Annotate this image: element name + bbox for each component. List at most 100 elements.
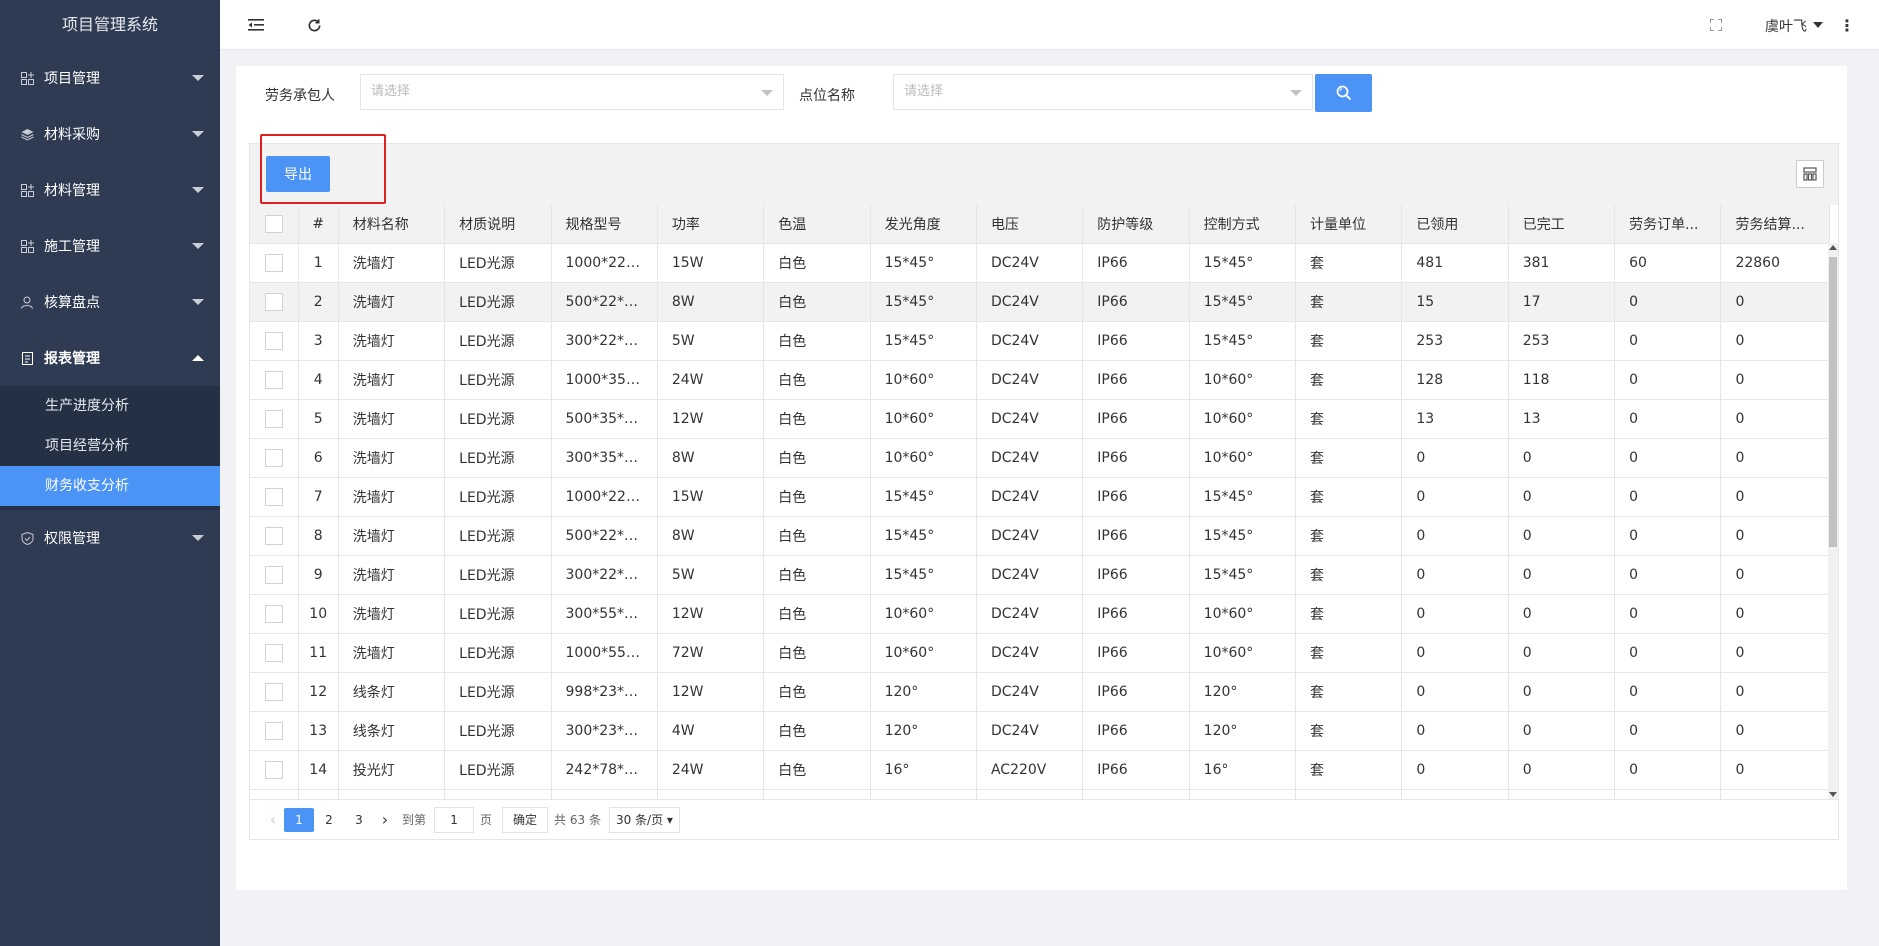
page-2[interactable]: 2 [314,808,344,832]
column-header[interactable]: 规格型号 [551,205,658,244]
table-row[interactable]: 7 洗墙灯 LED光源 1000*22*... 15W 白色 15*45° DC24V IP66… [250,477,1830,517]
table-row[interactable]: 14 投光灯 LED光源 242*78*1... 24W 白色 16° AC220V IP66 1… [250,750,1830,790]
sidebar-item-2[interactable]: 材料管理 [0,162,220,218]
table-cell: IP66 [1082,750,1190,790]
table-row[interactable]: 15投光灯LED光源210*78*2...48W白色16°AC220VIP661… [250,789,1830,799]
scroll-up-icon[interactable] [1829,245,1837,250]
point-name-select[interactable]: 请选择 [893,74,1313,110]
column-header[interactable]: 计量单位 [1295,205,1403,244]
table-row[interactable]: 8 洗墙灯 LED光源 500*22*H... 8W 白色 15*45° DC24V IP66 1… [250,516,1830,556]
column-header[interactable]: 材质说明 [444,205,552,244]
table-cell: 210*78*2... [551,789,658,799]
row-checkbox[interactable] [250,789,299,799]
row-checkbox[interactable] [250,711,299,751]
table-row[interactable]: 4 洗墙灯 LED光源 1000*35*... 24W 白色 10*60° DC24V IP66… [250,360,1830,400]
row-checkbox[interactable] [250,477,299,517]
column-header[interactable]: 劳务结算... [1720,205,1830,244]
table-cell: 4W [657,711,765,751]
table-cell: 洗墙灯 [338,477,446,517]
column-toggle-button[interactable] [1796,160,1824,188]
table-row[interactable]: 11 洗墙灯 LED光源 1000*55*... 72W 白色 10*60° DC24V IP6… [250,633,1830,673]
row-checkbox[interactable] [250,633,299,673]
row-checkbox[interactable] [250,243,299,283]
next-page-icon[interactable]: › [374,808,396,832]
table-row[interactable]: 6 洗墙灯 LED光源 300*35*H... 8W 白色 10*60° DC24V IP66 1… [250,438,1830,478]
row-checkbox[interactable] [250,750,299,790]
row-checkbox[interactable] [250,672,299,712]
scroll-down-icon[interactable] [1829,792,1837,797]
row-checkbox[interactable] [250,360,299,400]
table-cell: 0 [1508,711,1616,751]
table-row[interactable]: 9 洗墙灯 LED光源 300*22*H... 5W 白色 15*45° DC24V IP66 1… [250,555,1830,595]
row-checkbox[interactable] [250,438,299,478]
table-cell: 0 [1720,594,1830,634]
sidebar-item-1[interactable]: 材料采购 [0,106,220,162]
search-button[interactable] [1315,74,1372,112]
table-cell: 0 [1614,438,1722,478]
search-icon [1336,85,1351,101]
goto-confirm-button[interactable]: 确定 [502,806,549,833]
table-cell: 套 [1295,555,1403,595]
table-row[interactable]: 10 洗墙灯 LED光源 300*55*H... 12W 白色 10*60° DC24V IP6… [250,594,1830,634]
select-all-checkbox[interactable] [250,205,299,244]
row-checkbox[interactable] [250,516,299,556]
row-checkbox[interactable] [250,321,299,361]
sidebar-subitem-2[interactable]: 财务收支分析 [0,466,220,506]
sidebar-item-6[interactable]: 权限管理 [0,510,220,566]
scroll-thumb[interactable] [1829,257,1837,547]
column-header[interactable]: 已领用 [1401,205,1509,244]
point-name-placeholder: 请选择 [904,84,944,99]
table-row[interactable]: 3 洗墙灯 LED光源 300*22*H... 5W 白色 15*45° DC24V IP66 1… [250,321,1830,361]
table-cell: IP66 [1082,711,1190,751]
column-header[interactable]: 色温 [763,205,871,244]
table-row[interactable]: 5 洗墙灯 LED光源 500*35*H... 12W 白色 10*60° DC24V IP66… [250,399,1830,439]
sidebar-subitem-1[interactable]: 项目经营分析 [0,426,220,466]
column-header[interactable]: 防护等级 [1082,205,1190,244]
table-cell: 洗墙灯 [338,438,446,478]
column-header[interactable]: 发光角度 [870,205,977,244]
table-cell: 13 [1401,399,1509,439]
column-header[interactable]: 劳务订单... [1614,205,1722,244]
sidebar-item-0[interactable]: 项目管理 [0,50,220,106]
menu-fold-icon[interactable] [246,15,266,35]
table-row[interactable]: 13 线条灯 LED光源 300*23*H... 4W 白色 120° DC24V IP66 12… [250,711,1830,751]
vertical-scrollbar[interactable] [1828,243,1838,799]
table-row[interactable]: 12 线条灯 LED光源 998*23*H... 12W 白色 120° DC24V IP66 1… [250,672,1830,712]
sidebar-subitem-0[interactable]: 生产进度分析 [0,386,220,426]
table-cell: LED光源 [444,594,552,634]
chevron-down-icon[interactable] [1813,22,1823,28]
export-button[interactable]: 导出 [266,156,330,192]
row-checkbox[interactable] [250,555,299,595]
sidebar-item-5[interactable]: 报表管理 [0,330,220,386]
goto-page-input[interactable]: 1 [434,806,475,833]
column-header[interactable]: # [298,205,339,244]
column-header[interactable]: 已完工 [1508,205,1616,244]
column-header[interactable]: 控制方式 [1189,205,1297,244]
shield-icon [20,531,34,545]
column-header[interactable]: 材料名称 [338,205,446,244]
table-cell: 120° [870,711,977,751]
fullscreen-icon[interactable] [1706,15,1726,35]
row-checkbox[interactable] [250,282,299,322]
sidebar-item-4[interactable]: 核算盘点 [0,274,220,330]
row-checkbox[interactable] [250,399,299,439]
user-name[interactable]: 虞叶飞 [1765,16,1807,36]
prev-page-icon[interactable]: ‹ [262,808,284,832]
table-cell: DC24V [976,594,1084,634]
table-cell: 15*45° [870,282,977,322]
table-cell: 0 [1401,516,1509,556]
labor-contractor-select[interactable]: 请选择 [360,74,784,110]
column-header[interactable]: 功率 [657,205,765,244]
table-row[interactable]: 2 洗墙灯 LED光源 500*22*H... 8W 白色 15*45° DC24V IP66 1… [250,282,1830,322]
table-row[interactable]: 1 洗墙灯 LED光源 1000*22*... 15W 白色 15*45° DC24V IP66… [250,243,1830,283]
goto-suffix: 页 [480,813,493,827]
page-size-select[interactable]: 30 条/页 ▾ [608,806,680,833]
column-header[interactable]: 电压 [976,205,1084,244]
more-vertical-icon[interactable]: ⋮ [1839,16,1855,35]
row-checkbox[interactable] [250,594,299,634]
page-1[interactable]: 1 [284,807,314,832]
table-cell: 套 [1295,321,1403,361]
page-3[interactable]: 3 [344,808,374,832]
sidebar-item-3[interactable]: 施工管理 [0,218,220,274]
refresh-icon[interactable] [304,15,324,35]
